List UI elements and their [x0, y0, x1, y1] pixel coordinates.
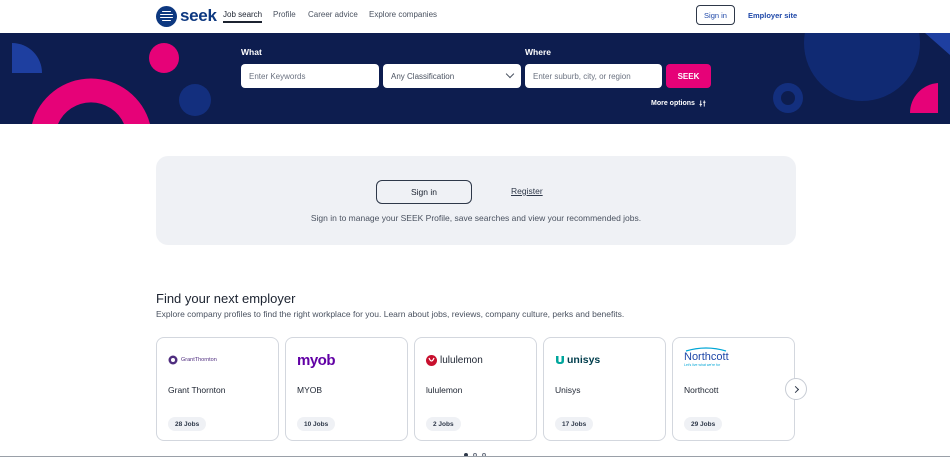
seek-search-button[interactable]: SEEK: [666, 64, 711, 88]
employer-site-link[interactable]: Employer site: [748, 11, 797, 20]
more-options-label: More options: [651, 100, 695, 107]
employer-name: lululemon: [426, 385, 463, 395]
nav-active-indicator: [223, 21, 262, 23]
sign-in-button[interactable]: Sign in: [376, 180, 472, 204]
northcott-logo: Northcott Let's live what we're for: [684, 347, 729, 369]
jobs-count-badge: 28 Jobs: [168, 417, 207, 431]
northcott-logo-text: Northcott: [684, 351, 729, 363]
nav-job-search[interactable]: Job search: [223, 10, 262, 19]
grant-thornton-logo-icon: [168, 355, 178, 365]
unisys-logo: unisys: [555, 349, 600, 371]
nav-explore-companies[interactable]: Explore companies: [369, 10, 437, 19]
jobs-count-badge: 17 Jobs: [555, 417, 594, 431]
employer-name: Grant Thornton: [168, 385, 226, 395]
unisys-logo-icon: [556, 356, 564, 364]
nav-profile[interactable]: Profile: [273, 10, 296, 19]
employers-heading: Find your next employer: [156, 291, 296, 306]
unisys-logo-text: unisys: [567, 354, 601, 366]
jobs-count-badge: 2 Jobs: [426, 417, 461, 431]
myob-logo-text: myob: [297, 351, 336, 369]
employer-name: MYOB: [297, 385, 323, 395]
chevron-right-icon: [791, 385, 799, 393]
classification-select[interactable]: Any Classification: [383, 64, 521, 88]
myob-logo: myob: [297, 349, 336, 371]
jobs-count-badge: 29 Jobs: [684, 417, 723, 431]
chevron-down-icon: [505, 69, 515, 79]
employer-name: Unisys: [555, 385, 581, 395]
northcott-logo-tagline: Let's live what we're for: [684, 363, 721, 367]
header-sign-in-button[interactable]: Sign in: [696, 5, 735, 25]
seek-logo[interactable]: seek: [156, 5, 217, 27]
page-bottom-edge: [0, 456, 950, 457]
top-navigation: seek Job search Profile Career advice Ex…: [0, 0, 950, 33]
employer-card-grant-thornton[interactable]: GrantThornton Grant Thornton 28 Jobs: [156, 337, 279, 441]
where-label: Where: [525, 47, 551, 57]
sign-in-panel: Sign in Register Sign in to manage your …: [156, 156, 796, 245]
grant-thornton-logo: GrantThornton: [168, 349, 217, 371]
carousel-next-button[interactable]: [785, 378, 807, 400]
employer-card-unisys[interactable]: unisys Unisys 17 Jobs: [543, 337, 666, 441]
sign-in-message: Sign in to manage your SEEK Profile, sav…: [310, 213, 642, 223]
employer-card-lululemon[interactable]: lululemon lululemon 2 Jobs: [414, 337, 537, 441]
sliders-icon: [699, 100, 706, 107]
employers-subheading: Explore company profiles to find the rig…: [156, 309, 625, 319]
lululemon-logo-icon: [426, 354, 437, 366]
seek-logo-icon: [156, 5, 177, 27]
grant-thornton-logo-text: GrantThornton: [181, 357, 217, 363]
lululemon-logo-text: lululemon: [440, 354, 483, 366]
nav-career-advice[interactable]: Career advice: [308, 10, 358, 19]
location-input[interactable]: Enter suburb, city, or region: [525, 64, 662, 88]
jobs-count-badge: 10 Jobs: [297, 417, 336, 431]
lululemon-logo: lululemon: [426, 349, 483, 371]
what-label: What: [241, 47, 262, 57]
search-hero: What Where Enter Keywords Any Classifica…: [0, 33, 950, 124]
more-options-button[interactable]: More options: [651, 100, 706, 107]
employer-card-myob[interactable]: myob MYOB 10 Jobs: [285, 337, 408, 441]
classification-value: Any Classification: [391, 71, 455, 81]
employer-card-northcott[interactable]: Northcott Let's live what we're for Nort…: [672, 337, 795, 441]
keywords-input[interactable]: Enter Keywords: [241, 64, 379, 88]
register-link[interactable]: Register: [511, 186, 543, 196]
employer-name: Northcott: [684, 385, 719, 395]
seek-logo-text: seek: [180, 6, 217, 25]
